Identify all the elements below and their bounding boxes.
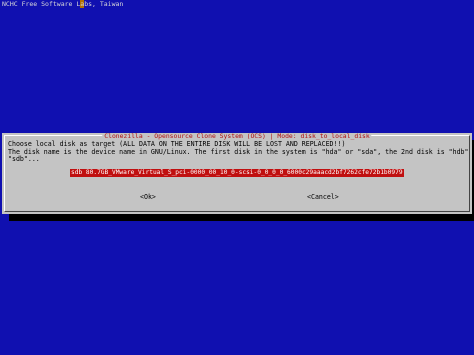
message-line-3: "sdb"... [8, 155, 40, 164]
dialog-title: Clonezilla - Opensource Clone System (OC… [102, 132, 372, 140]
target-disk-dialog: Clonezilla - Opensource Clone System (OC… [2, 132, 474, 214]
header-text-end: bs, Taiwan [84, 0, 124, 8]
cancel-button[interactable]: <Cancel> [307, 193, 339, 201]
dialog-message: Choose local disk as target (ALL DATA ON… [8, 140, 474, 164]
header-text-start: NCHC Free Software L [2, 0, 81, 8]
disk-list: sdb 80.7GB_VMware_Virtual_S_pci-0000_00_… [70, 169, 408, 178]
disk-option-sdb[interactable]: sdb 80.7GB_VMware_Virtual_S_pci-0000_00_… [70, 169, 404, 177]
console-header: NCHC Free Software Labs, Taiwan [2, 0, 123, 9]
ok-button[interactable]: <Ok> [140, 193, 156, 201]
message-line-2: The disk name is the device name in GNU/… [8, 147, 474, 156]
